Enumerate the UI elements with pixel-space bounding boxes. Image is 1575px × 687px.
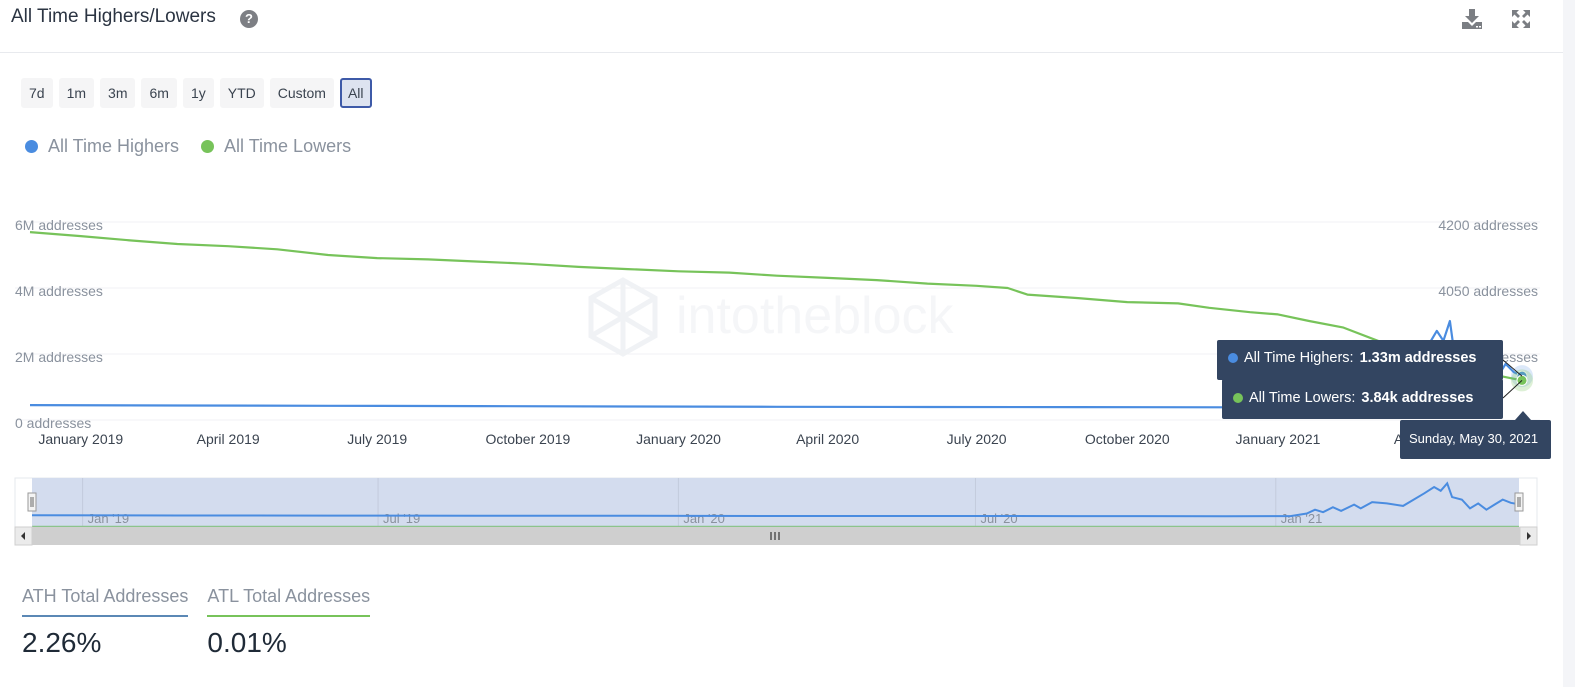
tooltip-value-lowers: 3.84k addresses <box>1361 390 1474 406</box>
handle-body <box>1514 492 1524 512</box>
range-button-ytd[interactable]: YTD <box>219 78 264 108</box>
caret-left-icon <box>21 532 25 540</box>
x-tick-label: April 2020 <box>796 431 859 447</box>
question-circle-icon[interactable]: ? <box>240 10 258 28</box>
x-tick-label: October 2019 <box>485 431 570 447</box>
x-tick-label: January 2020 <box>636 431 721 447</box>
legend-dot-lowers <box>201 140 215 153</box>
range-button-1m[interactable]: 1m <box>58 78 95 108</box>
tooltip-dot-highers <box>1228 353 1238 363</box>
legend-label-highers: All Time Highers <box>48 136 180 156</box>
range-button-6m[interactable]: 6m <box>141 78 177 108</box>
x-tick-label: July 2020 <box>947 431 1007 447</box>
stats-row: ATH Total Addresses 2.26% ATL Total Addr… <box>22 586 371 659</box>
tooltip-dot-lowers <box>1233 393 1243 403</box>
stat-label-atl: ATL Total Addresses <box>207 586 371 617</box>
watermark-logo: intotheblock <box>588 277 955 357</box>
tooltip-lowers: All Time Lowers: 3.84k addresses <box>1222 379 1503 419</box>
navigator-series-highers <box>31 481 1520 518</box>
tooltip-date-arrow <box>1515 411 1531 420</box>
y-right-tick-label: 4200 addresses <box>1438 217 1538 233</box>
stat-ath: ATH Total Addresses 2.26% <box>22 586 189 659</box>
tooltip-label-highers: All Time Highers: <box>1244 350 1354 366</box>
tooltip-connector <box>1502 359 1523 377</box>
stat-value-atl: 0.01% <box>207 627 287 658</box>
stat-atl: ATL Total Addresses 0.01% <box>207 586 371 659</box>
navigator-label: Jan '20 <box>683 511 725 526</box>
hover-halo-highers <box>1511 365 1533 388</box>
watermark-text: intotheblock <box>676 287 955 345</box>
x-tick-label: January 2021 <box>1236 431 1321 447</box>
navigator-label: Jul '20 <box>980 511 1017 526</box>
widget-header: All Time Highers/Lowers ? <box>0 0 1563 53</box>
legend-item-lowers[interactable]: All Time Lowers <box>201 136 351 157</box>
tooltip-label-lowers: All Time Lowers: <box>1249 390 1356 406</box>
stat-value-ath: 2.26% <box>22 627 102 658</box>
expand-arrows-icon <box>1512 10 1530 28</box>
navigator-handle-left[interactable] <box>27 492 37 512</box>
scroll-left-button[interactable] <box>14 526 33 546</box>
download-icon <box>1462 9 1482 29</box>
x-tick-label: April 2019 <box>197 431 260 447</box>
caret-right-icon <box>1527 532 1531 540</box>
navigator-scrollbar[interactable] <box>15 527 1537 545</box>
tooltip-value-highers: 1.33m addresses <box>1359 350 1477 366</box>
scroll-right-button[interactable] <box>1519 526 1538 546</box>
hover-halo-lowers <box>1511 369 1533 392</box>
navigator-label: Jan '21 <box>1281 511 1323 526</box>
legend-label-lowers: All Time Lowers <box>224 136 352 156</box>
y-left-tick-label: 4M addresses <box>15 283 103 299</box>
download-button[interactable] <box>1459 6 1485 32</box>
stat-label-ath: ATH Total Addresses <box>22 586 189 617</box>
range-button-all[interactable]: All <box>339 78 372 108</box>
fullscreen-button[interactable] <box>1508 6 1534 32</box>
navigator-label: Jul '19 <box>383 511 420 526</box>
tooltip-connector <box>1502 380 1523 399</box>
x-tick-label: July 2019 <box>347 431 407 447</box>
time-range-selector: 7d 1m 3m 6m 1y YTD Custom All <box>21 78 372 108</box>
navigator-handle-right[interactable] <box>1514 492 1524 512</box>
legend-dot-highers <box>25 140 38 153</box>
chart-legend: All Time Highers All Time Lowers <box>25 136 351 157</box>
handle-body <box>27 492 37 512</box>
y-left-tick-label: 0 addresses <box>15 415 91 431</box>
x-tick-label: October 2020 <box>1085 431 1170 447</box>
hover-point-lowers <box>1516 374 1528 386</box>
range-button-1y[interactable]: 1y <box>182 78 214 108</box>
scrollbar-track <box>1563 0 1575 687</box>
tooltip-date: Sunday, May 30, 2021 <box>1400 420 1551 459</box>
hover-point-highers <box>1516 370 1528 382</box>
legend-item-highers[interactable]: All Time Highers <box>25 136 179 157</box>
navigator-background <box>14 477 1538 528</box>
range-button-custom[interactable]: Custom <box>269 78 334 108</box>
x-tick-label: January 2019 <box>38 431 123 447</box>
tooltip-highers: All Time Highers: 1.33m addresses <box>1217 340 1503 380</box>
range-button-7d[interactable]: 7d <box>21 78 53 108</box>
tooltip-date-text: Sunday, May 30, 2021 <box>1409 431 1539 446</box>
range-button-3m[interactable]: 3m <box>100 78 136 108</box>
page-title: All Time Highers/Lowers <box>11 6 216 27</box>
y-left-tick-label: 6M addresses <box>15 217 103 233</box>
y-right-tick-label: 4050 addresses <box>1438 283 1538 299</box>
navigator-selection <box>32 478 1519 527</box>
y-left-tick-label: 2M addresses <box>15 349 103 365</box>
navigator-label: Jan '19 <box>88 511 130 526</box>
